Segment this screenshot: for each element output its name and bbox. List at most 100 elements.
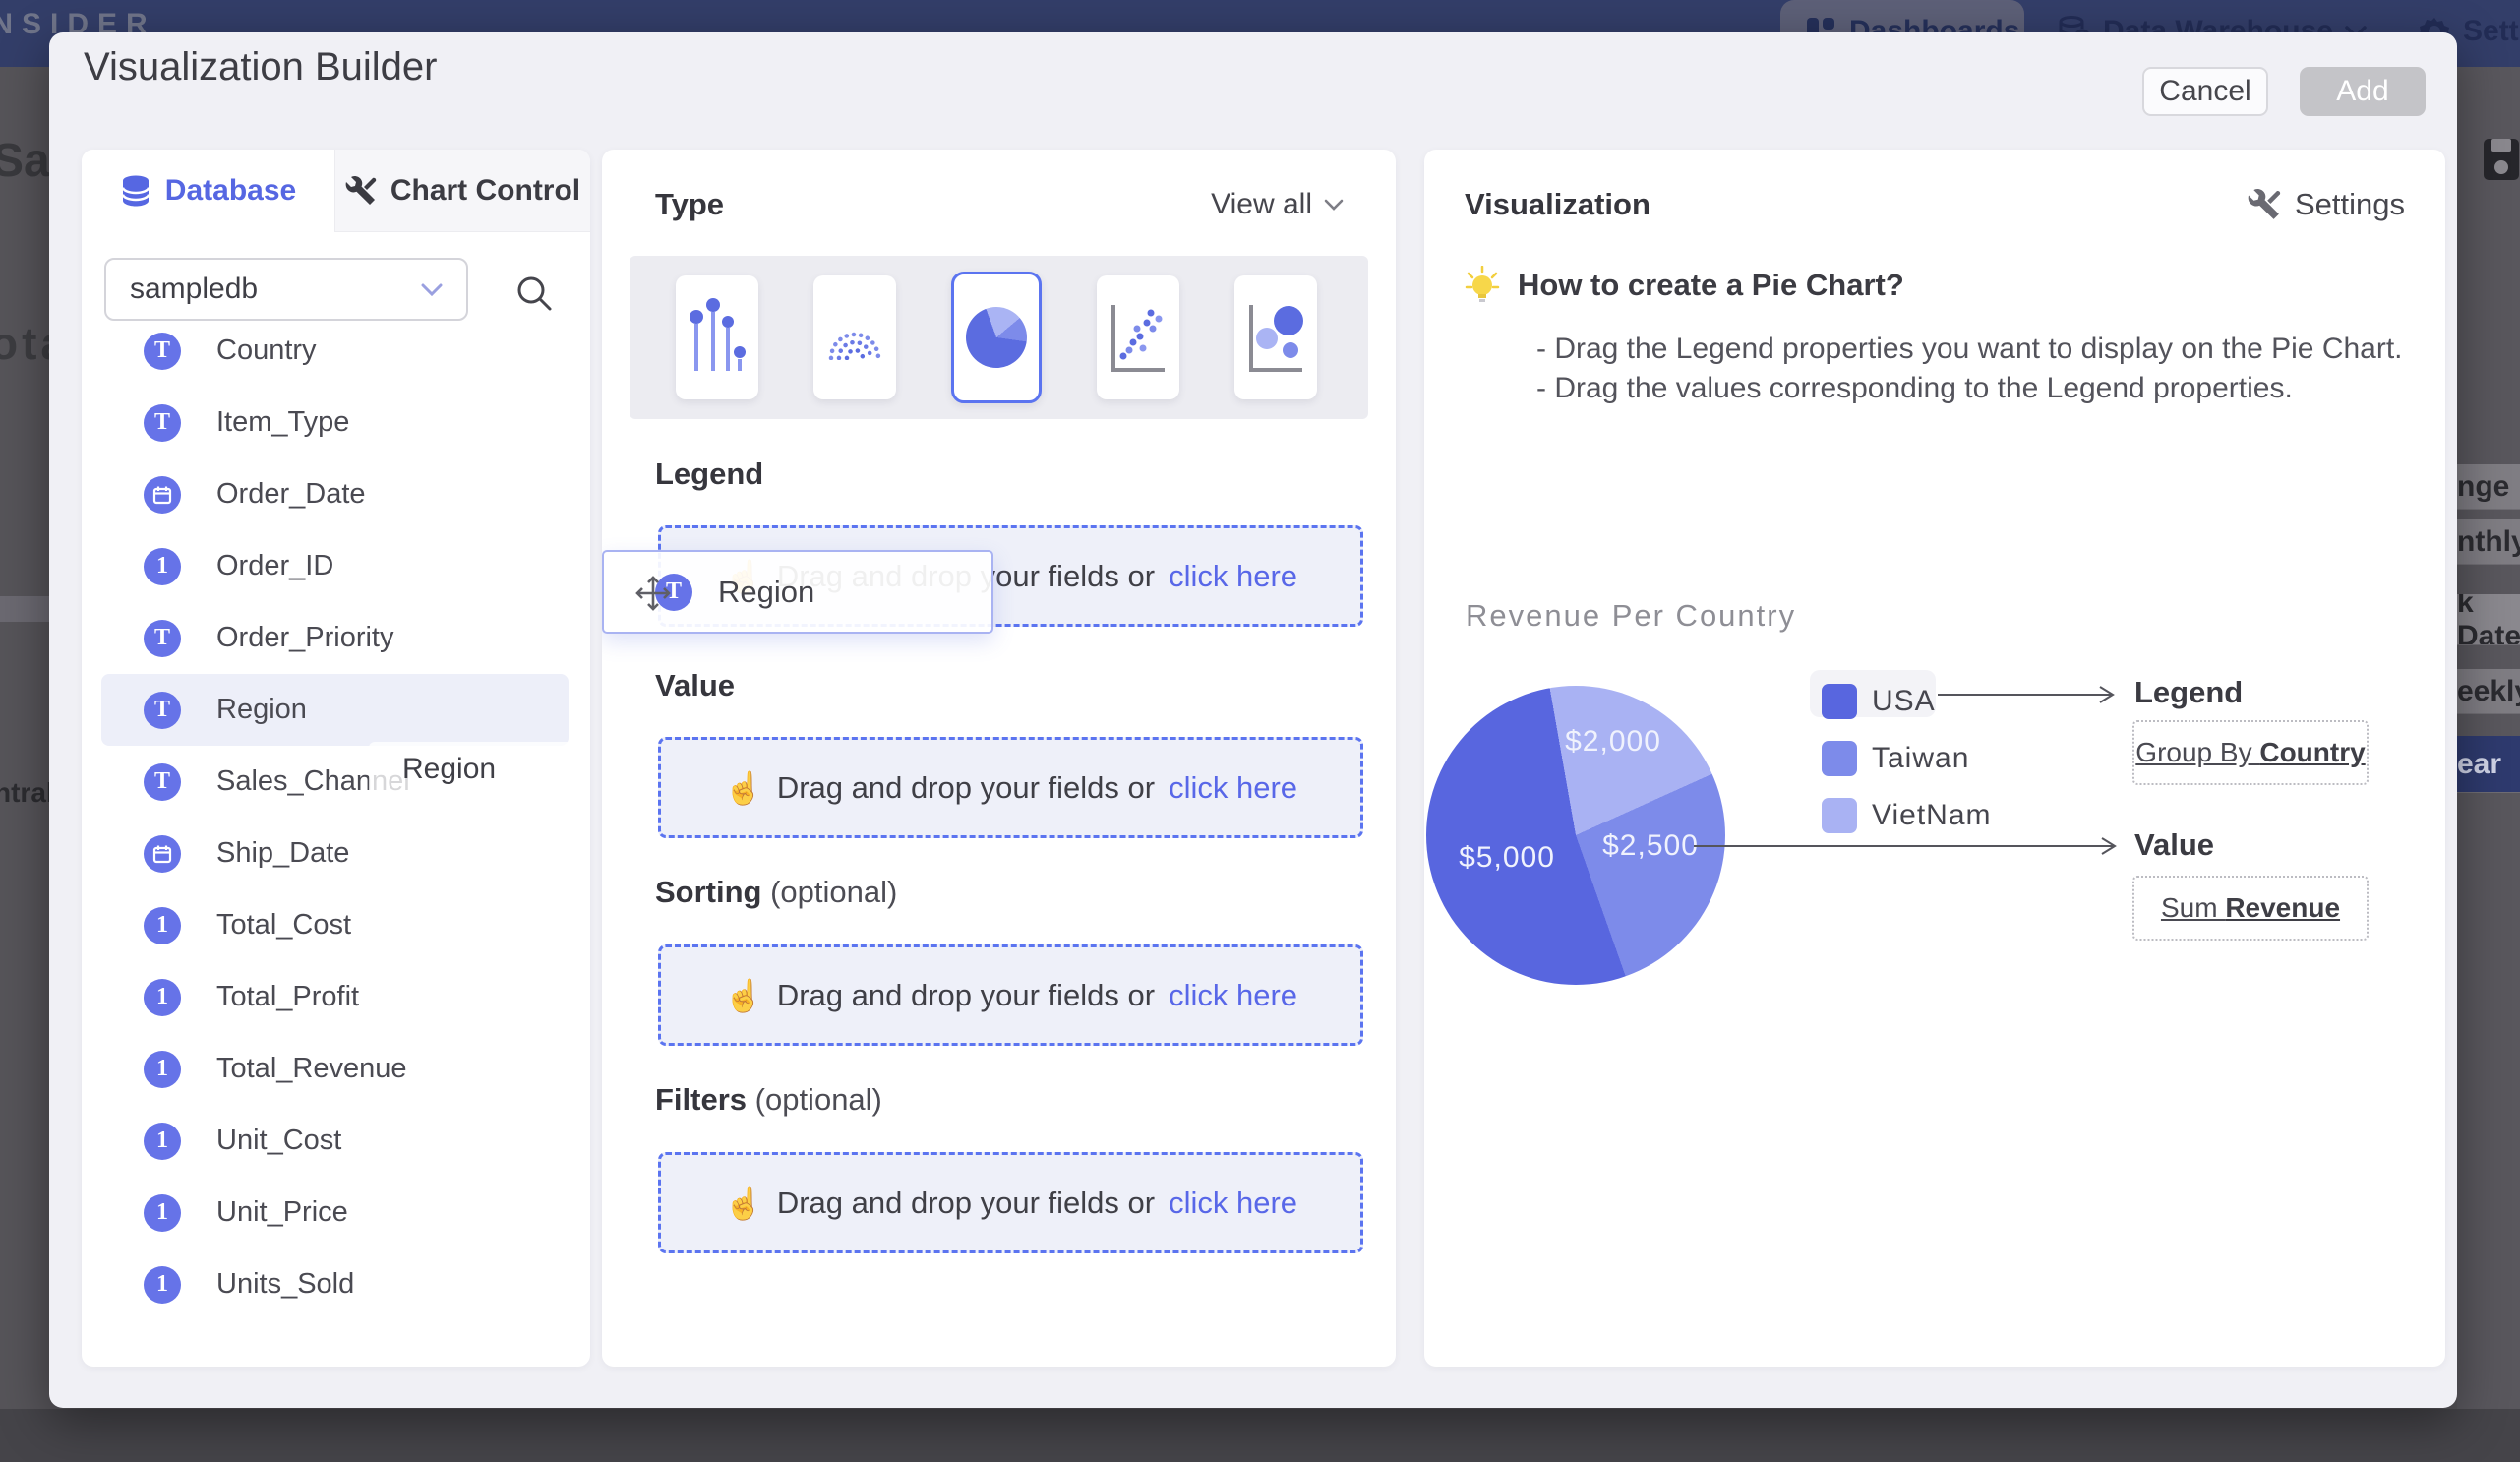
sum-value: Revenue	[2225, 892, 2340, 924]
field-type-text-icon: T	[144, 620, 181, 657]
database-select[interactable]: sampledb	[104, 258, 468, 321]
field-row-order_priority[interactable]: TOrder_Priority	[101, 602, 569, 674]
save-floppy-icon	[2483, 138, 2520, 181]
chart-type-pie-selected[interactable]	[951, 272, 1042, 403]
field-label: Ship_Date	[216, 837, 349, 870]
chart-type-strip	[630, 256, 1368, 419]
legend-item-taiwan[interactable]: Taiwan	[1822, 730, 1992, 787]
legend-section-heading: Legend	[655, 457, 763, 491]
viz-settings-button[interactable]: Settings	[2248, 187, 2405, 222]
sorting-dropzone[interactable]: ☝ Drag and drop your fields or click her…	[658, 944, 1363, 1046]
field-type-number-icon: 1	[144, 979, 181, 1016]
field-label: Country	[216, 335, 317, 367]
tab-database[interactable]: Database	[82, 150, 334, 232]
field-row-total_cost[interactable]: 1 Total_Cost	[101, 889, 569, 961]
legend-swatch	[1822, 684, 1857, 719]
chevron-down-icon	[421, 283, 443, 296]
field-type-number-icon: 1	[144, 1123, 181, 1160]
chart-type-lollipop[interactable]	[676, 275, 758, 399]
tip-line-1: - Drag the Legend properties you want to…	[1536, 333, 2403, 366]
field-type-date-icon	[144, 835, 181, 873]
field-label: Order_Date	[216, 478, 366, 511]
dropzone-click-here-link[interactable]: click here	[1169, 559, 1297, 594]
tab-chart-control[interactable]: Chart Control	[334, 150, 590, 232]
bg-menu-item-selected: ear	[2457, 736, 2520, 793]
drag-chip-label: Region	[718, 575, 814, 610]
chart-type-parliament[interactable]	[813, 275, 896, 399]
field-row-order_id[interactable]: 1 Order_ID	[101, 530, 569, 602]
field-row-item_type[interactable]: TItem_Type	[101, 387, 569, 458]
dragged-field-chip[interactable]: T Region	[602, 550, 993, 634]
field-row-total_profit[interactable]: 1 Total_Profit	[101, 961, 569, 1033]
bg-menu-item: k Date	[2457, 594, 2520, 645]
value-dropzone[interactable]: ☝ Drag and drop your fields or click her…	[658, 737, 1363, 838]
annotation-value-title: Value	[2134, 827, 2214, 863]
field-label: Unit_Price	[216, 1196, 348, 1229]
legend-swatch	[1822, 741, 1857, 776]
field-type-text-icon: T	[144, 763, 181, 801]
drag-ghost-region: Region	[369, 742, 590, 797]
dropzone-click-here-link[interactable]: click here	[1169, 978, 1297, 1013]
value-section-heading: Value	[655, 668, 735, 702]
cancel-button[interactable]: Cancel	[2142, 67, 2268, 116]
bg-label-fragment: ntral	[0, 777, 54, 809]
chart-config-panel: Type View all Legend ☝ Drag and drop you…	[602, 150, 1396, 1367]
value-annotation-arrow	[1694, 834, 2127, 858]
sorting-section-heading: Sorting	[655, 875, 762, 909]
tip-line-2: - Drag the values corresponding to the L…	[1536, 372, 2293, 405]
tip-title: How to create a Pie Chart?	[1518, 268, 1904, 303]
field-type-text-icon: T	[144, 404, 181, 442]
bg-bottom-band	[0, 1409, 2520, 1462]
database-select-value: sampledb	[130, 273, 258, 306]
field-list: TCountryTItem_TypeOrder_Date1Order_IDTOr…	[101, 315, 569, 1320]
pie-slice-label-usa: $5,000	[1459, 841, 1555, 875]
database-icon	[120, 174, 151, 208]
field-row-country[interactable]: TCountry	[101, 315, 569, 387]
field-row-order_date[interactable]: Order_Date	[101, 458, 569, 530]
field-label: Total_Cost	[216, 909, 351, 942]
field-row-unit_price[interactable]: 1 Unit_Price	[101, 1177, 569, 1249]
tap-hand-icon: ☝	[724, 977, 763, 1014]
annotation-group-by-box[interactable]: Group By Country	[2132, 720, 2369, 785]
modal-title: Visualization Builder	[84, 45, 437, 90]
pie-slice-label-taiwan: $2,500	[1602, 829, 1699, 863]
field-row-region[interactable]: TRegion	[101, 674, 569, 746]
tools-icon	[2248, 188, 2281, 221]
dropzone-click-here-link[interactable]: click here	[1169, 770, 1297, 806]
field-label: Total_Profit	[216, 981, 359, 1013]
dropzone-click-here-link[interactable]: click here	[1169, 1186, 1297, 1221]
field-label: Total_Revenue	[216, 1053, 406, 1085]
pie-slice-label-vietnam: $2,000	[1565, 725, 1661, 759]
field-type-number-icon: 1	[144, 1051, 181, 1088]
filters-section-heading: Filters	[655, 1082, 747, 1117]
field-type-number-icon: 1	[144, 907, 181, 944]
annotation-sum-box[interactable]: Sum Revenue	[2132, 876, 2369, 941]
visualization-panel: Visualization Settings How to create a P…	[1424, 150, 2445, 1367]
view-all-label: View all	[1211, 188, 1312, 221]
add-button[interactable]: Add	[2300, 67, 2426, 116]
bg-menu-item: nthly	[2457, 519, 2520, 565]
field-type-number-icon: 1	[144, 548, 181, 585]
field-row-unit_cost[interactable]: 1 Unit_Cost	[101, 1105, 569, 1177]
tap-hand-icon: ☝	[724, 1185, 763, 1222]
field-label: Unit_Cost	[216, 1125, 341, 1157]
bg-row-band	[0, 596, 49, 622]
nav-settings-label: Settings	[2463, 15, 2520, 48]
legend-label: Taiwan	[1872, 742, 1969, 775]
filters-dropzone[interactable]: ☝ Drag and drop your fields or click her…	[658, 1152, 1363, 1253]
chart-type-bubble[interactable]	[1234, 275, 1317, 399]
chevron-down-icon	[1324, 199, 1344, 211]
group-by-value: Country	[2259, 737, 2365, 768]
field-row-ship_date[interactable]: Ship_Date	[101, 818, 569, 889]
search-icon[interactable]	[512, 272, 556, 315]
field-label: Order_ID	[216, 550, 333, 582]
field-row-total_revenue[interactable]: 1 Total_Revenue	[101, 1033, 569, 1105]
field-type-number-icon: 1	[144, 1194, 181, 1232]
chart-title: Revenue Per Country	[1466, 598, 1796, 634]
tab-chart-control-label: Chart Control	[390, 174, 580, 208]
chart-type-scatter[interactable]	[1097, 275, 1179, 399]
dropzone-text: Drag and drop your fields or	[777, 1186, 1155, 1221]
field-row-units_sold[interactable]: 1Units_Sold	[101, 1249, 569, 1320]
view-all-button[interactable]: View all	[1211, 188, 1344, 221]
field-type-number-icon: 1	[144, 1266, 181, 1304]
